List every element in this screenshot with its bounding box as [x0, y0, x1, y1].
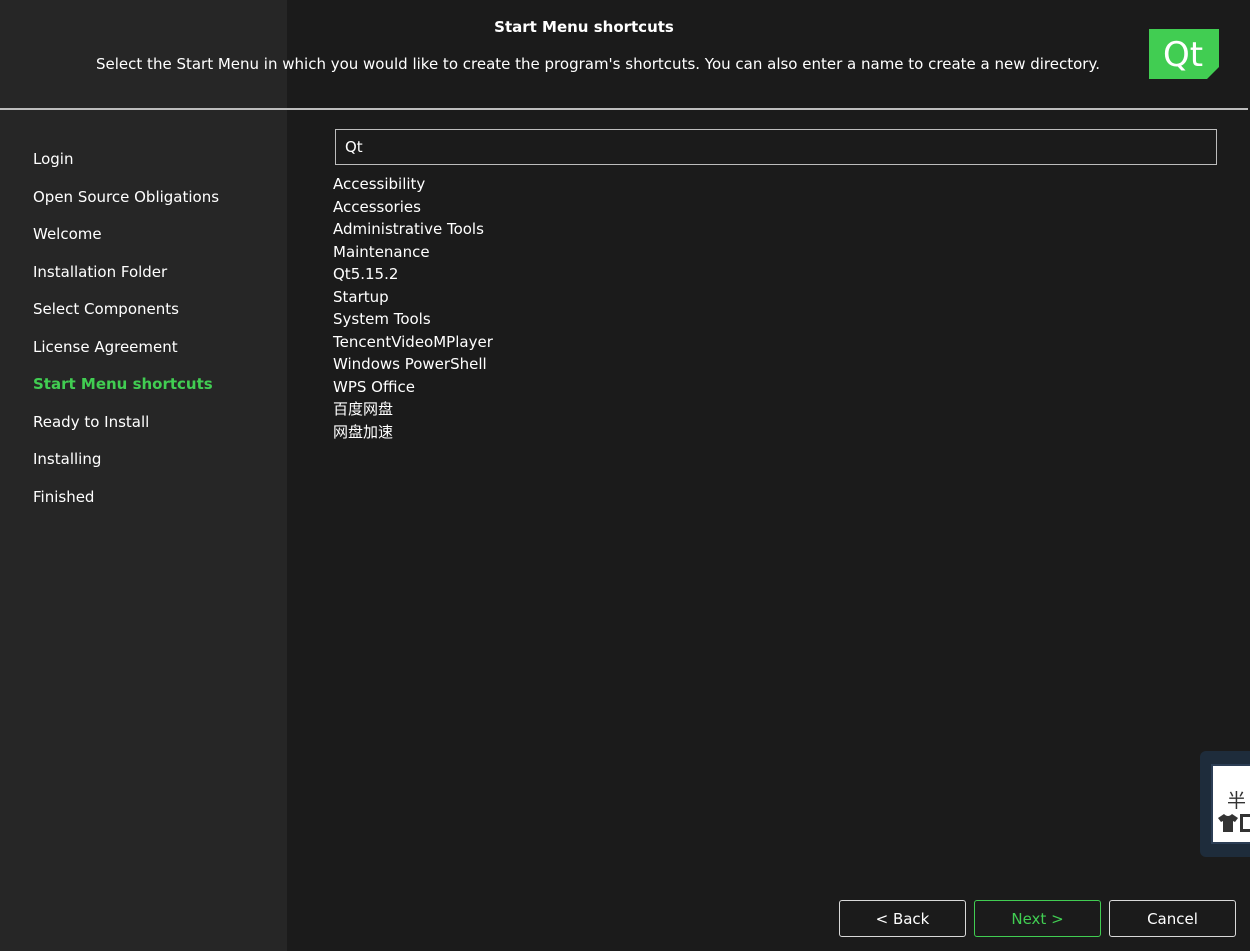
- step-login: Login: [33, 150, 74, 168]
- qt-logo-icon: Qt: [1149, 29, 1219, 79]
- header-divider: [0, 108, 1248, 110]
- folder-list-item[interactable]: 百度网盘: [333, 398, 493, 421]
- step-installation-folder: Installation Folder: [33, 262, 168, 281]
- folder-list-item[interactable]: Qt5.15.2: [333, 263, 493, 286]
- folder-list-item[interactable]: WPS Office: [333, 376, 493, 399]
- folder-list-item[interactable]: Startup: [333, 286, 493, 309]
- start-menu-directory-input[interactable]: [335, 129, 1217, 165]
- page-subtitle: Select the Start Menu in which you would…: [96, 55, 1100, 73]
- start-menu-folder-list: Accessibility Accessories Administrative T…: [333, 173, 493, 443]
- cancel-button[interactable]: Cancel: [1109, 900, 1236, 937]
- folder-list-item[interactable]: Accessories: [333, 196, 493, 219]
- back-button[interactable]: < Back: [839, 900, 966, 937]
- step-start-menu-shortcuts: Start Menu shortcuts: [33, 375, 213, 393]
- folder-list-item[interactable]: 网盘加速: [333, 421, 493, 444]
- page-title: Start Menu shortcuts: [494, 18, 674, 36]
- step-select-components: Select Components: [33, 300, 179, 318]
- step-welcome: Welcome: [33, 225, 102, 243]
- ime-mode-label: 半: [1227, 790, 1247, 812]
- folder-list-item[interactable]: Accessibility: [333, 173, 493, 196]
- step-open-source-obligations: Open Source Obligations: [33, 187, 220, 206]
- folder-list-item[interactable]: Administrative Tools: [333, 218, 493, 241]
- skin-shirt-icon: [1218, 814, 1238, 832]
- next-button[interactable]: Next >: [974, 900, 1101, 937]
- step-list: Login Open Source Obligations Welcome Insta…: [33, 146, 219, 521]
- step-finished: Finished: [33, 487, 95, 506]
- svg-text:Qt: Qt: [1163, 35, 1203, 75]
- folder-list-item[interactable]: TencentVideoMPlayer: [333, 331, 493, 354]
- header: Start Menu shortcuts Select the Start Me…: [0, 0, 1250, 108]
- folder-list-item[interactable]: Maintenance: [333, 241, 493, 264]
- ime-box-icon: [1240, 814, 1250, 832]
- ime-panel: 半: [1211, 764, 1250, 844]
- ime-widget[interactable]: 半: [1200, 751, 1250, 857]
- installer-window: Start Menu shortcuts Select the Start Me…: [0, 0, 1250, 951]
- step-ready-to-install: Ready to Install: [33, 412, 150, 431]
- folder-list-item[interactable]: System Tools: [333, 308, 493, 331]
- step-license-agreement: License Agreement: [33, 337, 178, 356]
- folder-list-item[interactable]: Windows PowerShell: [333, 353, 493, 376]
- step-installing: Installing: [33, 450, 102, 468]
